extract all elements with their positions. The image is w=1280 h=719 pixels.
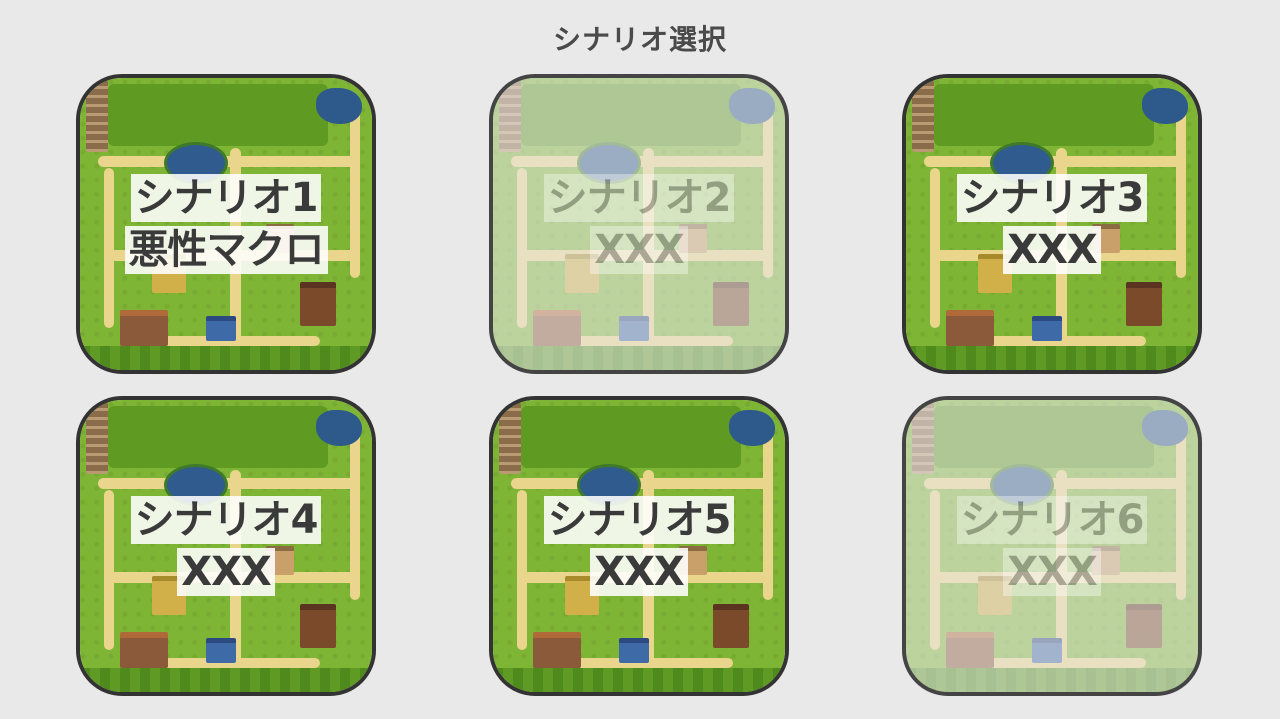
scenario-subtitle: XXX (177, 548, 275, 596)
scenario-title: シナリオ3 (956, 174, 1148, 222)
scenario-subtitle: XXX (1003, 548, 1101, 596)
scenario-title: シナリオ2 (543, 174, 735, 222)
scenario-subtitle: XXX (590, 548, 688, 596)
scenario-card-4[interactable]: シナリオ4 XXX (76, 396, 376, 696)
scenario-title: シナリオ6 (956, 496, 1148, 544)
scenario-card-2[interactable]: シナリオ2 XXX (489, 74, 789, 374)
scenario-select-screen: シナリオ選択 シナリオ1 悪性マクロ シナリオ2 XXX シナリオ3 XXX シ… (0, 0, 1280, 719)
scenario-card-5[interactable]: シナリオ5 XXX (489, 396, 789, 696)
scenario-subtitle: XXX (1003, 226, 1101, 274)
scenario-card-1[interactable]: シナリオ1 悪性マクロ (76, 74, 376, 374)
scenario-subtitle: 悪性マクロ (124, 226, 328, 274)
page-title: シナリオ選択 (552, 23, 727, 56)
scenario-card-3[interactable]: シナリオ3 XXX (902, 74, 1202, 374)
scenario-card-6[interactable]: シナリオ6 XXX (902, 396, 1202, 696)
scenario-subtitle: XXX (590, 226, 688, 274)
scenario-title: シナリオ4 (130, 496, 322, 544)
scenario-title: シナリオ5 (543, 496, 735, 544)
scenario-title: シナリオ1 (130, 174, 322, 222)
